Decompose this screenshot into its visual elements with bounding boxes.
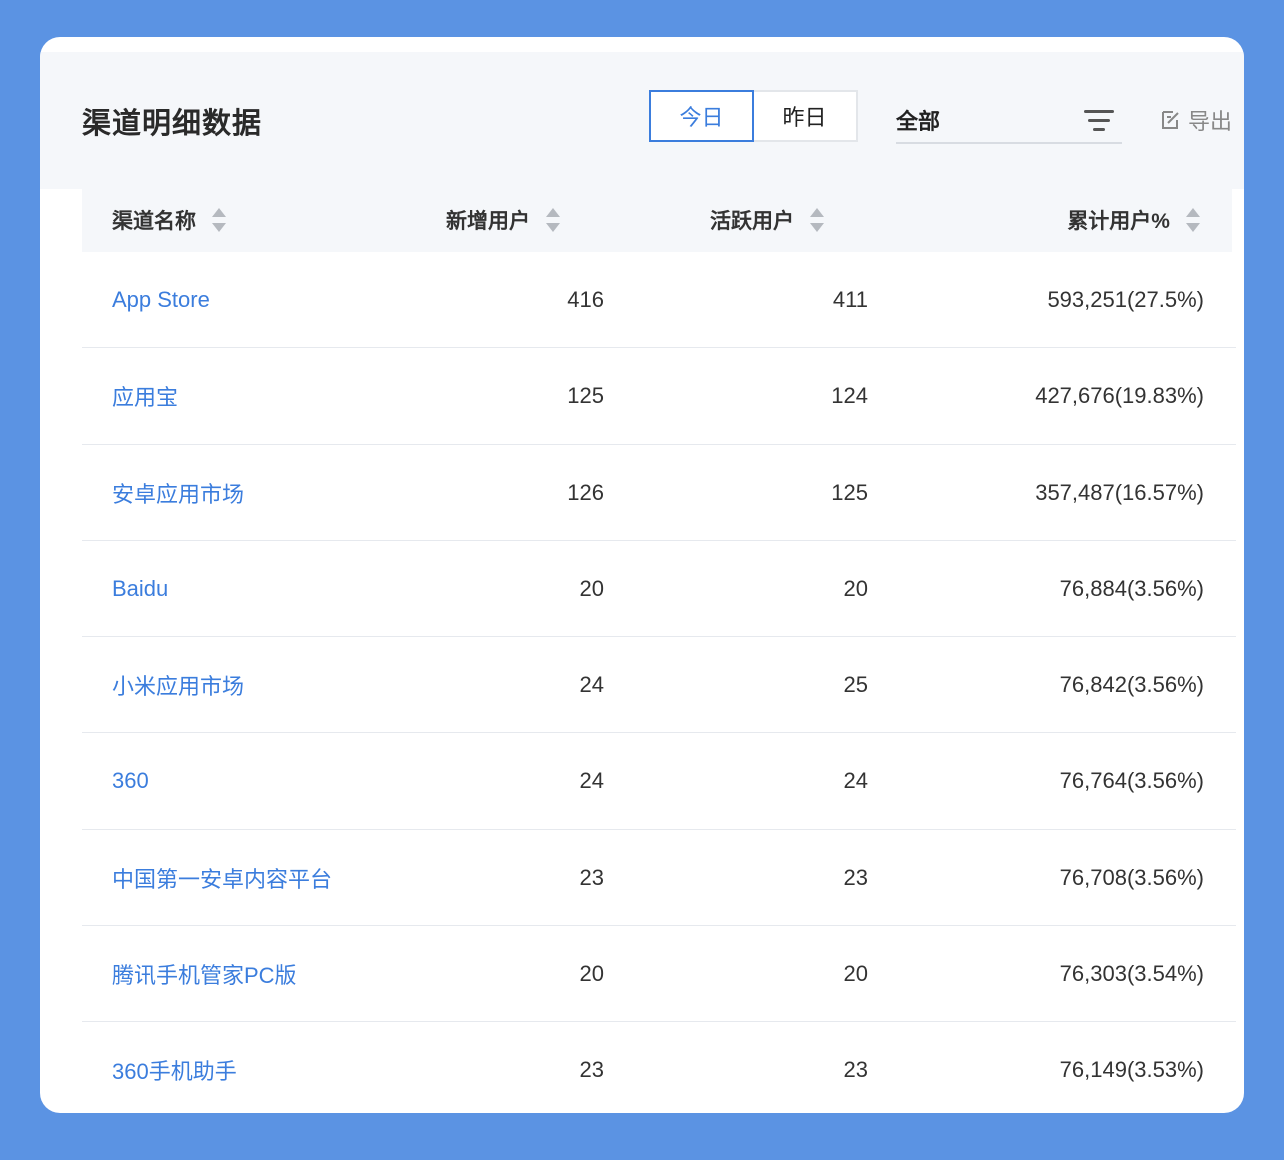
new-users-cell: 20 (579, 961, 604, 987)
export-button[interactable]: 导出 (1160, 104, 1232, 136)
table-row: 小米应用市场 24 25 76,842(3.56%) (82, 637, 1236, 734)
total-users-cell: 76,884(3.56%) (1059, 575, 1204, 601)
total-users-cell: 357,487(16.57%) (1035, 479, 1204, 505)
table-row: 中国第一安卓内容平台 23 23 76,708(3.56%) (82, 830, 1236, 927)
active-users-cell: 125 (831, 479, 868, 505)
active-users-cell: 25 (843, 672, 868, 698)
channel-name-link[interactable]: 360 (112, 733, 149, 829)
channel-filter-select[interactable]: 全部 (896, 90, 1122, 144)
sort-icon[interactable] (1186, 207, 1200, 233)
table-row: App Store 416 411 593,251(27.5%) (82, 252, 1236, 349)
export-icon (1162, 111, 1179, 129)
column-label: 新增用户 (446, 210, 530, 233)
tab-yesterday[interactable]: 昨日 (753, 90, 858, 142)
new-users-cell: 20 (579, 575, 604, 601)
sort-icon[interactable] (810, 207, 824, 233)
active-users-cell: 20 (843, 961, 868, 987)
column-header-active-users[interactable]: 活跃用户 (710, 188, 824, 252)
column-header-new-users[interactable]: 新增用户 (446, 188, 560, 252)
channel-name-link[interactable]: 腾讯手机管家PC版 (112, 926, 297, 1022)
new-users-cell: 24 (579, 672, 604, 698)
new-users-cell: 126 (567, 479, 604, 505)
filter-select-value: 全部 (896, 109, 941, 134)
sort-icon[interactable] (546, 207, 560, 233)
active-users-cell: 20 (843, 575, 868, 601)
channel-name-link[interactable]: App Store (112, 252, 210, 348)
table-body: App Store 416 411 593,251(27.5%) 应用宝 125… (82, 252, 1236, 1113)
new-users-cell: 23 (579, 864, 604, 890)
page-title: 渠道明细数据 (82, 108, 263, 140)
channel-name-link[interactable]: 360手机助手 (112, 1022, 237, 1113)
new-users-cell: 125 (567, 383, 604, 409)
channel-name-link[interactable]: 应用宝 (112, 348, 178, 444)
table-row: 360 24 24 76,764(3.56%) (82, 733, 1236, 830)
column-label: 活跃用户 (710, 210, 794, 233)
total-users-cell: 76,764(3.56%) (1059, 768, 1204, 794)
active-users-cell: 23 (843, 1057, 868, 1083)
total-users-cell: 427,676(19.83%) (1035, 383, 1204, 409)
total-users-cell: 76,303(3.54%) (1059, 961, 1204, 987)
export-label: 导出 (1188, 109, 1233, 134)
table-row: 360手机助手 23 23 76,149(3.53%) (82, 1022, 1236, 1113)
total-users-cell: 593,251(27.5%) (1047, 287, 1204, 312)
new-users-cell: 24 (579, 768, 604, 794)
total-users-cell: 76,149(3.53%) (1059, 1057, 1204, 1083)
table-row: 腾讯手机管家PC版 20 20 76,303(3.54%) (82, 926, 1236, 1023)
column-header-total-users[interactable]: 累计用户% (1067, 188, 1200, 252)
table-row: 安卓应用市场 126 125 357,487(16.57%) (82, 445, 1236, 541)
new-users-cell: 23 (579, 1057, 604, 1083)
table-row: Baidu 20 20 76,884(3.56%) (82, 541, 1236, 638)
active-users-cell: 24 (843, 768, 868, 794)
channel-name-link[interactable]: Baidu (112, 541, 168, 637)
channel-detail-card: 渠道明细数据 今日 昨日 全部 导出 渠道名称 新增用户 活跃用户 累计用户% … (40, 37, 1244, 1113)
sort-icon[interactable] (212, 207, 226, 233)
filter-icon[interactable] (1084, 108, 1116, 134)
active-users-cell: 411 (832, 287, 868, 312)
channel-name-link[interactable]: 小米应用市场 (112, 637, 244, 733)
new-users-cell: 416 (567, 287, 604, 312)
total-users-cell: 76,842(3.56%) (1059, 672, 1204, 698)
channel-name-link[interactable]: 安卓应用市场 (112, 445, 244, 541)
column-label: 渠道名称 (112, 210, 196, 233)
table-row: 应用宝 125 124 427,676(19.83%) (82, 348, 1236, 445)
column-label: 累计用户% (1067, 210, 1170, 233)
active-users-cell: 23 (843, 864, 868, 890)
card-header: 渠道明细数据 今日 昨日 全部 导出 (40, 52, 1244, 189)
channel-name-link[interactable]: 中国第一安卓内容平台 (112, 830, 332, 926)
tab-today[interactable]: 今日 (649, 90, 754, 142)
active-users-cell: 124 (831, 383, 868, 409)
column-header-channel-name[interactable]: 渠道名称 (112, 188, 226, 252)
total-users-cell: 76,708(3.56%) (1059, 864, 1204, 890)
table-header: 渠道名称 新增用户 活跃用户 累计用户% (82, 188, 1232, 252)
